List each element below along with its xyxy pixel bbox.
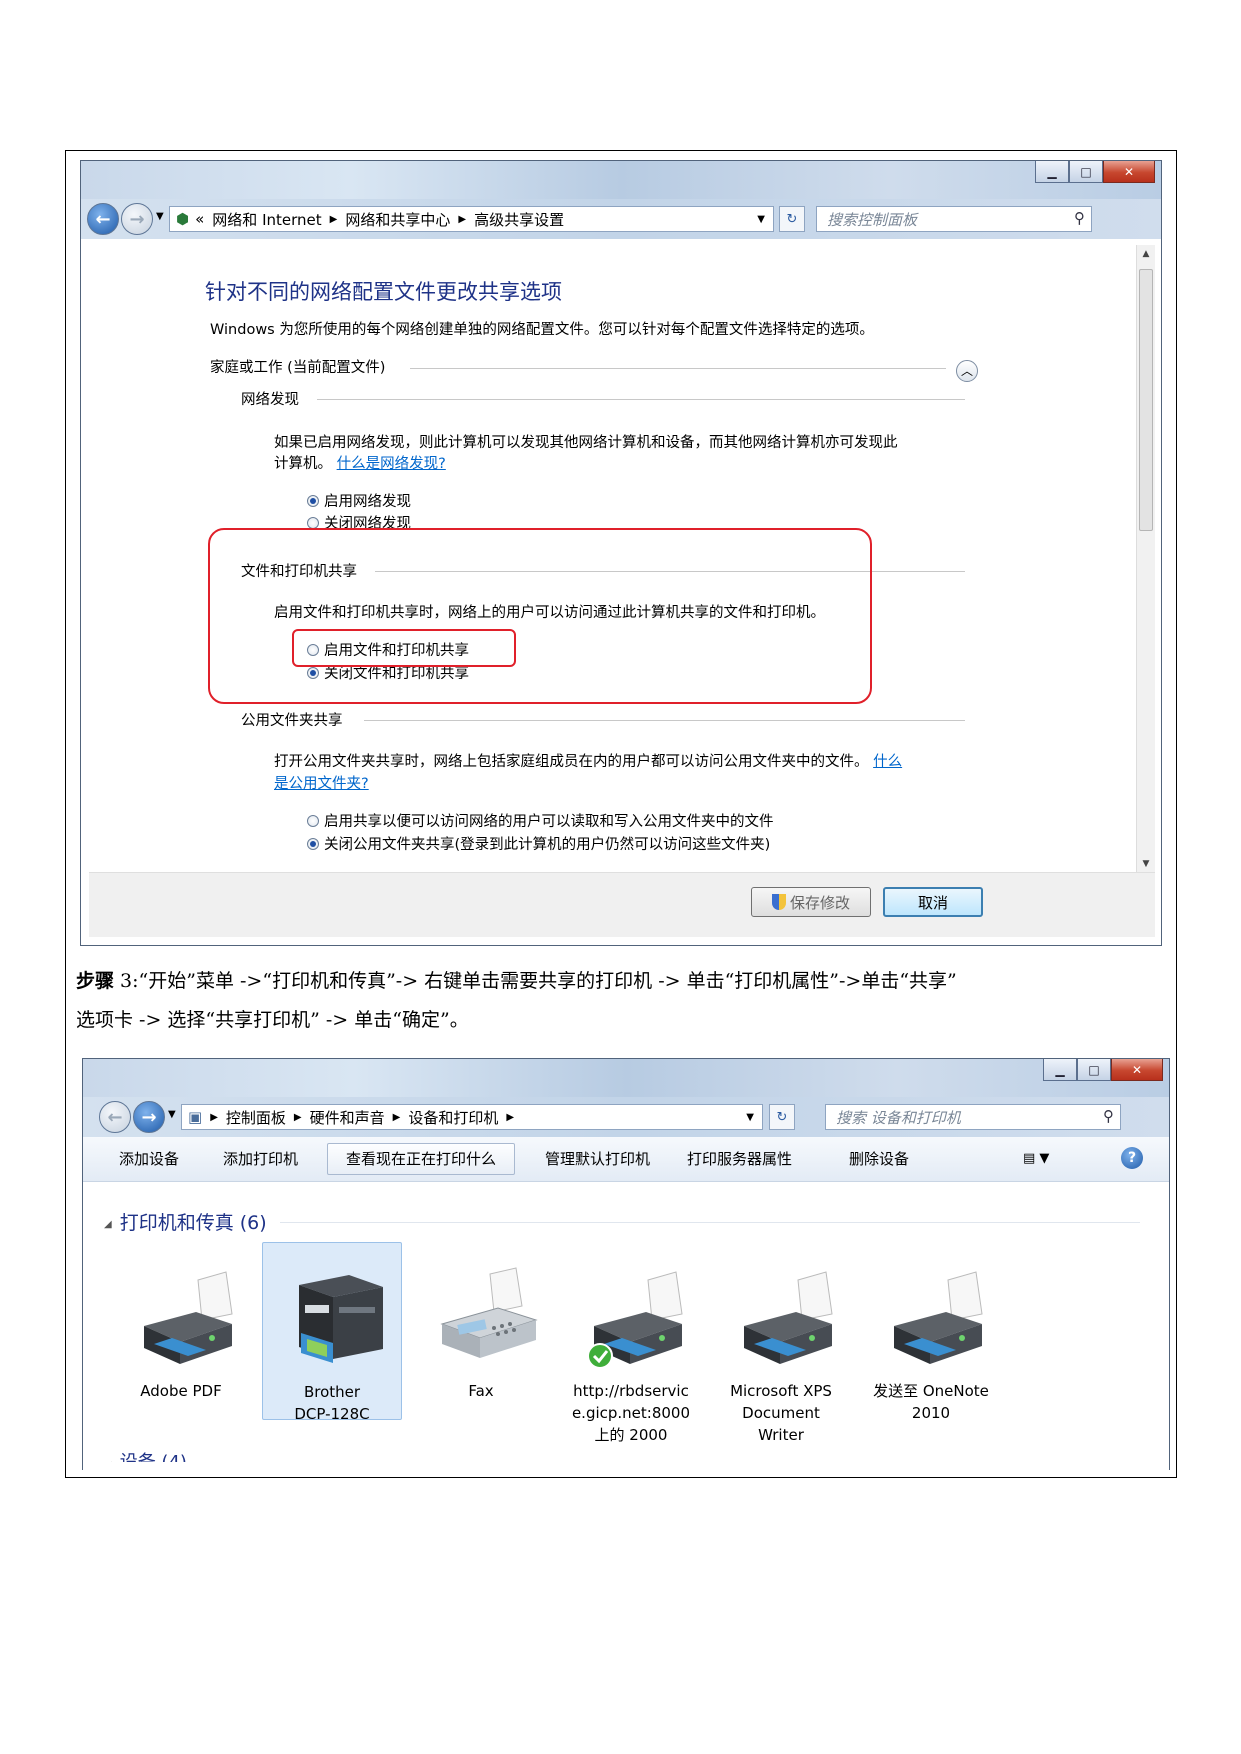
- radio-enable-discovery[interactable]: 启用网络发现: [307, 490, 411, 511]
- search-icon[interactable]: ⚲: [1103, 1107, 1114, 1125]
- refresh-button[interactable]: ↻: [769, 1104, 795, 1130]
- highlight-box: [208, 528, 872, 704]
- public-folder-title: 公用文件夹共享: [241, 713, 343, 729]
- discovery-title: 网络发现: [241, 392, 299, 408]
- collapse-chevron-up-icon[interactable]: ︿: [956, 360, 978, 382]
- device-label: http://rbdservic e.gicp.net:8000 上的 2000: [571, 1382, 691, 1444]
- back-button[interactable]: ←: [99, 1101, 131, 1133]
- vertical-scrollbar[interactable]: ▲ ▼: [1136, 245, 1155, 873]
- refresh-button[interactable]: ↻: [779, 206, 805, 232]
- maximize-button[interactable]: □: [1077, 1059, 1111, 1081]
- printer-icon: [144, 1271, 233, 1364]
- forward-button[interactable]: →: [121, 203, 153, 235]
- search-input[interactable]: 搜索控制面板 ⚲: [816, 206, 1092, 232]
- printer-icon: [744, 1271, 833, 1364]
- address-box[interactable]: ▣ ▶ 控制面板 ▶ 硬件和声音 ▶ 设备和打印机 ▶ ▼: [181, 1104, 763, 1130]
- scroll-up-arrow-icon[interactable]: ▲: [1137, 245, 1155, 263]
- add-printer-button[interactable]: 添加打印机: [223, 1147, 298, 1171]
- address-bar: ← → ▼ ⬢ « 网络和 Internet ▶ 网络和共享中心 ▶ 高级共享设…: [81, 199, 1161, 239]
- close-button[interactable]: ✕: [1111, 1059, 1163, 1081]
- what-is-discovery-link[interactable]: 什么是网络发现?: [337, 456, 446, 472]
- collapse-triangle-icon[interactable]: ◢: [104, 1219, 112, 1230]
- breadcrumb-advanced-sharing[interactable]: 高级共享设置: [474, 209, 564, 230]
- uac-shield-icon: [771, 894, 786, 910]
- set-default-printer-button[interactable]: 管理默认打印机: [545, 1147, 650, 1171]
- button-bar: 保存修改 取消: [89, 872, 1155, 937]
- breadcrumb-control-panel[interactable]: 控制面板: [226, 1107, 286, 1128]
- command-bar: 添加设备 添加打印机 查看现在正在打印什么 管理默认打印机 打印服务器属性 删除…: [83, 1137, 1169, 1182]
- radio-disable-public-sharing[interactable]: 关闭公用文件夹共享(登录到此计算机的用户仍然可以访问这些文件夹): [307, 833, 770, 854]
- profile-label: 家庭或工作 (当前配置文件): [210, 360, 386, 376]
- divider: [280, 1222, 1140, 1223]
- breadcrumb-network-center[interactable]: 网络和共享中心: [345, 209, 450, 230]
- breadcrumb-arrow-icon[interactable]: ▶: [458, 214, 466, 225]
- step3-line2: 选项卡 -> 选择“共享打印机” -> 单击“确定”。: [76, 1009, 469, 1031]
- search-icon[interactable]: ⚲: [1074, 209, 1085, 227]
- maximize-button[interactable]: □: [1069, 161, 1103, 183]
- view-options-icon[interactable]: ▤ ▼: [1023, 1147, 1049, 1171]
- recent-pages-dropdown[interactable]: ▼: [156, 211, 164, 222]
- fax-icon: [440, 1267, 538, 1358]
- intro-text: Windows 为您所使用的每个网络创建单独的网络配置文件。您可以针对每个配置文…: [210, 322, 874, 338]
- breadcrumb-arrow-icon[interactable]: ▶: [330, 214, 338, 225]
- address-bar: ← → ▼ ▣ ▶ 控制面板 ▶ 硬件和声音 ▶ 设备和打印机 ▶ ▼ ↻ 搜索…: [83, 1097, 1169, 1137]
- see-whats-printing-button[interactable]: 查看现在正在打印什么: [327, 1143, 516, 1175]
- minimize-button[interactable]: ▁: [1043, 1059, 1077, 1081]
- device-label: Adobe PDF: [140, 1382, 222, 1400]
- forward-button[interactable]: →: [133, 1101, 165, 1133]
- page-title: 针对不同的网络配置文件更改共享选项: [205, 280, 562, 304]
- breadcrumb-hardware-sound[interactable]: 硬件和声音: [310, 1107, 385, 1128]
- address-dropdown-icon[interactable]: ▼: [746, 1112, 754, 1123]
- divider: [317, 399, 965, 400]
- printer-icon: [894, 1271, 983, 1364]
- breadcrumb-arrow-icon[interactable]: ▶: [210, 1112, 218, 1123]
- what-is-public-folder-link[interactable]: 什么: [873, 754, 902, 770]
- search-input[interactable]: 搜索 设备和打印机 ⚲: [825, 1104, 1121, 1130]
- device-brother-dcp-128c[interactable]: Brother DCP-128C: [262, 1242, 402, 1423]
- device-label: Microsoft XPS Document Writer: [730, 1382, 832, 1444]
- multifunction-printer-icon: [299, 1275, 383, 1363]
- close-button[interactable]: ✕: [1103, 161, 1155, 183]
- control-panel-icon: ▣: [188, 1108, 203, 1126]
- remove-device-button[interactable]: 删除设备: [849, 1147, 909, 1171]
- scroll-thumb[interactable]: [1139, 269, 1153, 531]
- title-bar: ▁ □ ✕: [81, 161, 1161, 199]
- breadcrumb-arrow-icon[interactable]: ▶: [506, 1112, 514, 1123]
- breadcrumb-network-internet[interactable]: 网络和 Internet: [212, 209, 321, 230]
- default-printer-icon: [587, 1271, 683, 1369]
- scroll-down-arrow-icon[interactable]: ▼: [1137, 855, 1155, 873]
- device-label: 发送至 OneNote 2010: [873, 1382, 989, 1422]
- breadcrumb-devices-printers[interactable]: 设备和打印机: [408, 1107, 498, 1128]
- help-icon[interactable]: ?: [1121, 1147, 1143, 1169]
- discovery-desc-line2: 计算机。 什么是网络发现?: [274, 456, 446, 472]
- group-header-devices[interactable]: ◢设备 (4): [104, 1448, 187, 1462]
- highlight-box-option: [292, 629, 516, 667]
- discovery-desc: 如果已启用网络发现，则此计算机可以发现其他网络计算机和设备，而其他网络计算机亦可…: [274, 435, 898, 451]
- breadcrumb-arrow-icon[interactable]: ▶: [294, 1112, 302, 1123]
- collapse-triangle-icon[interactable]: ◢: [104, 1460, 112, 1462]
- device-label: Brother DCP-128C: [294, 1383, 370, 1423]
- add-device-button[interactable]: 添加设备: [119, 1147, 179, 1171]
- address-box[interactable]: ⬢ « 网络和 Internet ▶ 网络和共享中心 ▶ 高级共享设置 ▼: [169, 206, 774, 232]
- title-bar: ▁ □ ✕: [83, 1059, 1169, 1097]
- cancel-button[interactable]: 取消: [883, 887, 983, 917]
- divider: [410, 368, 946, 369]
- breadcrumb-overflow[interactable]: «: [195, 210, 204, 228]
- print-server-properties-button[interactable]: 打印服务器属性: [687, 1147, 792, 1171]
- group-header-printers[interactable]: ◢ 打印机和传真 (6): [104, 1208, 267, 1235]
- breadcrumb-arrow-icon[interactable]: ▶: [393, 1112, 401, 1123]
- radio-enable-public-sharing[interactable]: 启用共享以便可以访问网络的用户可以读取和写入公用文件夹中的文件: [307, 810, 774, 831]
- divider: [364, 720, 965, 721]
- minimize-button[interactable]: ▁: [1035, 161, 1069, 183]
- back-button[interactable]: ←: [87, 203, 119, 235]
- network-icon: ⬢: [176, 210, 190, 228]
- public-folder-desc: 打开公用文件夹共享时，网络上包括家庭组成员在内的用户都可以访问公用文件夹中的文件…: [274, 754, 903, 770]
- device-label: Fax: [468, 1382, 494, 1400]
- recent-pages-dropdown[interactable]: ▼: [168, 1109, 176, 1120]
- step3-line1: 步骤 3:“开始”菜单 ->“打印机和传真”-> 右键单击需要共享的打印机 ->…: [76, 970, 957, 992]
- public-folder-link-line2[interactable]: 是公用文件夹?: [274, 772, 369, 793]
- address-dropdown-icon[interactable]: ▼: [757, 214, 765, 225]
- save-changes-button[interactable]: 保存修改: [751, 887, 871, 917]
